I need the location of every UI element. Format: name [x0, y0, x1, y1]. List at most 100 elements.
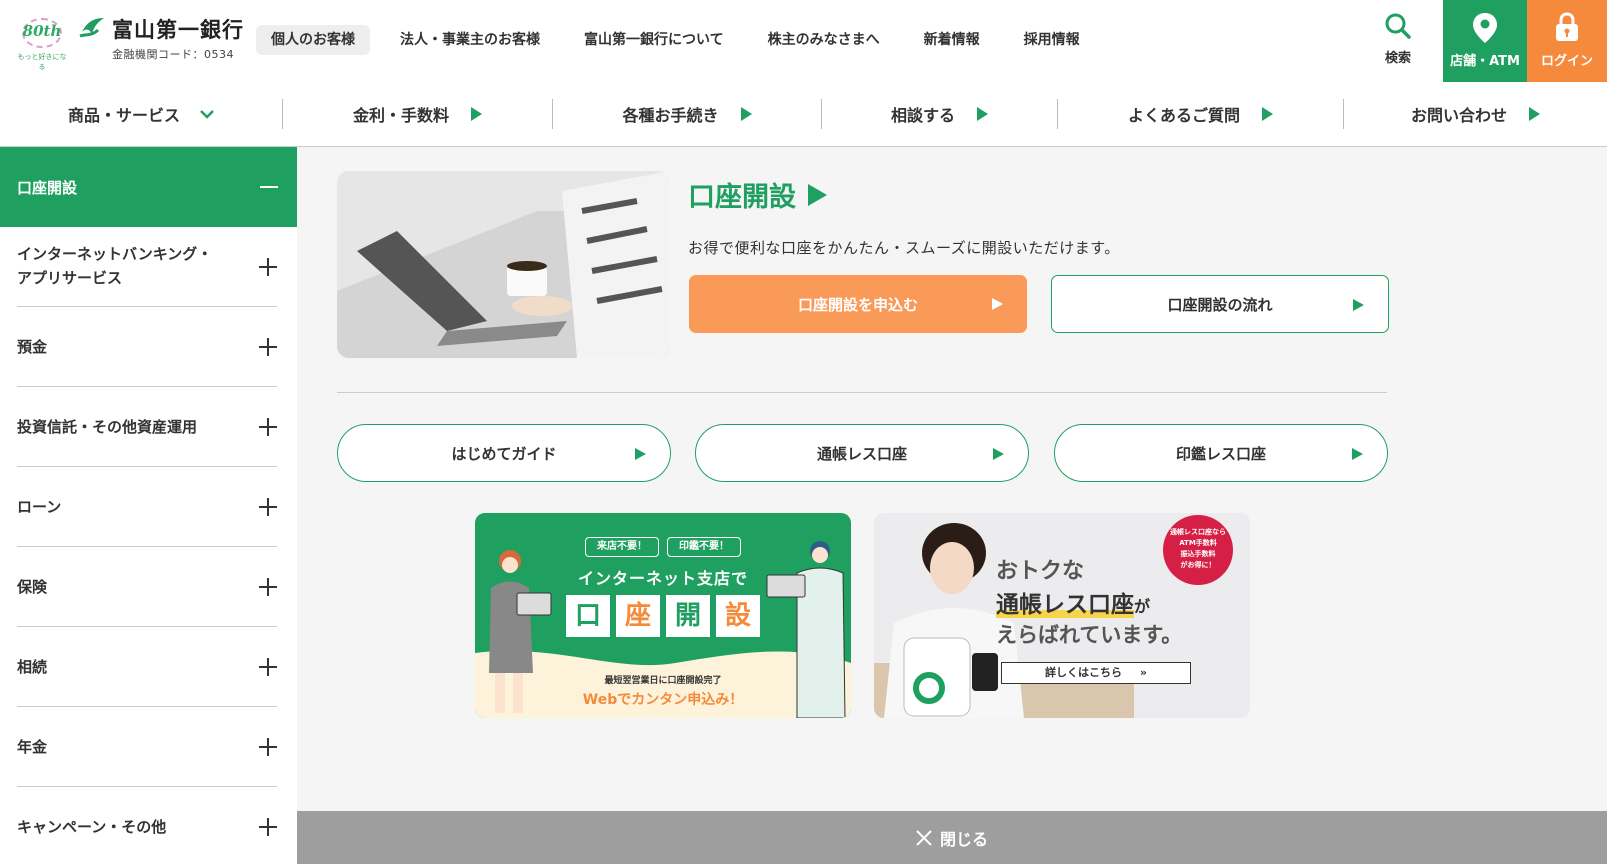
- anniversary-logo[interactable]: 80th もっと好きになる: [16, 16, 68, 71]
- plus-icon: [259, 258, 277, 276]
- big-char: 口: [566, 595, 610, 637]
- category-faq[interactable]: よくあるご質問: [1058, 82, 1343, 146]
- nav-news[interactable]: 新着情報: [924, 25, 980, 55]
- store-atm-label: 店舗・ATM: [1450, 54, 1520, 69]
- sidebar-item-label: 保険: [17, 578, 48, 596]
- bank-code: 金融機関コード：0534: [112, 48, 234, 61]
- plus-icon: [259, 738, 277, 756]
- triangle-right-icon: [1353, 299, 1364, 311]
- beginner-guide-button[interactable]: はじめてガイド: [337, 424, 671, 482]
- sidebar-item-account-opening[interactable]: 口座開設: [0, 147, 297, 227]
- big-chars-row: 口 座 開 設: [565, 595, 761, 637]
- triangle-right-icon: [992, 298, 1003, 310]
- sidebar-item-label: キャンペーン・その他: [17, 818, 167, 836]
- main-content: 口座開設 お得で便利な口座をかんたん・スムーズに開設いただけます。 口座開設を申…: [297, 147, 1607, 864]
- sidebar-item-deposits[interactable]: 預金: [17, 307, 277, 387]
- category-label: よくあるご質問: [1127, 106, 1240, 125]
- sidebar-item-campaign[interactable]: キャンペーン・その他: [17, 787, 277, 864]
- audience-nav: 個人のお客様 法人・事業主のお客様 富山第一銀行について 株主のみなさまへ 新着…: [256, 25, 1124, 55]
- anniversary-number: 80th: [22, 22, 62, 40]
- passbookless-account-button[interactable]: 通帳レス口座: [695, 424, 1029, 482]
- close-menu-bar[interactable]: 閉じる: [297, 811, 1607, 864]
- store-atm-button[interactable]: 店舗・ATM: [1443, 0, 1527, 82]
- triangle-right-icon: [471, 107, 482, 121]
- badge-line: がお得に！: [1180, 561, 1216, 569]
- triangle-right-icon: [808, 183, 827, 206]
- plus-icon: [259, 418, 277, 436]
- sealless-account-button[interactable]: 印鑑レス口座: [1054, 424, 1388, 482]
- triangle-right-icon: [1352, 448, 1363, 460]
- map-pin-icon: [1473, 13, 1497, 43]
- login-label: ログイン: [1540, 54, 1593, 69]
- badge-line: ATM手数料: [1179, 539, 1217, 547]
- category-consult[interactable]: 相談する: [822, 82, 1057, 146]
- section-description: お得で便利な口座をかんたん・スムーズに開設いただけます。: [688, 239, 1120, 257]
- banner-headline: インターネット支店で: [577, 569, 748, 588]
- plus-icon: [259, 818, 277, 836]
- banner2-line3: えらばれています。: [996, 623, 1183, 647]
- close-icon: [916, 829, 932, 846]
- banner2-cta-label: 詳しくはこちら: [1045, 666, 1123, 679]
- laptop-illustration: [337, 171, 670, 358]
- badge-text: 通帳レス口座なら ATM手数料 振込手数料 がお得に！: [1163, 527, 1233, 571]
- button-label: 印鑑レス口座: [1175, 444, 1266, 463]
- banner2-particle: が: [1134, 597, 1151, 616]
- banner2-highlight: 通帳レス口座: [996, 592, 1134, 618]
- internet-branch-banner[interactable]: 来店不要！ 印鑑不要！ インターネット支店で 口 座 開 設 最短翌営業日に口座…: [475, 513, 851, 718]
- sidebar-item-inheritance[interactable]: 相続: [17, 627, 277, 707]
- sidebar-item-insurance[interactable]: 保険: [17, 547, 277, 627]
- plus-icon: [259, 338, 277, 356]
- bank-name[interactable]: 富山第一銀行: [112, 14, 244, 44]
- banner-note: 最短翌営業日に口座開設完了: [604, 676, 722, 686]
- sidebar-item-label: インターネットバンキング・ アプリサービス: [17, 245, 213, 287]
- hero-image-laptop: [337, 171, 670, 358]
- login-button[interactable]: ログイン: [1527, 0, 1607, 82]
- nav-recruit[interactable]: 採用情報: [1024, 25, 1080, 55]
- chevron-down-icon: [200, 110, 214, 119]
- triangle-right-icon: [1529, 107, 1540, 121]
- plus-icon: [259, 658, 277, 676]
- big-char: 開: [666, 595, 710, 637]
- nav-about[interactable]: 富山第一銀行について: [584, 25, 724, 55]
- lock-icon: [1556, 12, 1578, 41]
- category-procedures[interactable]: 各種お手続き: [553, 82, 821, 146]
- anniversary-tagline: もっと好きになる: [17, 53, 67, 71]
- sidebar-item-loans[interactable]: ローン: [17, 467, 277, 547]
- sidebar-item-label: 預金: [17, 338, 48, 356]
- category-nav: 商品・サービス 金利・手数料 各種お手続き 相談する よくあるご質問 お問い合わ…: [0, 82, 1607, 147]
- button-label: 口座開設の流れ: [1167, 295, 1273, 314]
- nav-shareholders[interactable]: 株主のみなさまへ: [768, 25, 880, 55]
- passbookless-banner[interactable]: 通帳レス口座なら ATM手数料 振込手数料 がお得に！ おトクな 通帳レス口座が…: [874, 513, 1250, 718]
- category-contact[interactable]: お問い合わせ: [1344, 82, 1607, 146]
- sidebar-item-label: 相続: [17, 658, 48, 676]
- triangle-right-icon: [1262, 107, 1273, 121]
- nav-corporate[interactable]: 法人・事業主のお客様: [400, 25, 540, 55]
- banner-cta: Webでカンタン申込み！: [582, 692, 744, 708]
- category-products[interactable]: 商品・サービス: [0, 82, 282, 146]
- banner2-line1: おトクな: [996, 559, 1085, 584]
- triangle-right-icon: [635, 448, 646, 460]
- button-label: はじめてガイド: [451, 444, 557, 463]
- minus-icon: [260, 186, 278, 188]
- section-title[interactable]: 口座開設: [688, 175, 827, 214]
- sidebar-item-investment[interactable]: 投資信託・その他資産運用: [17, 387, 277, 467]
- account-flow-button[interactable]: 口座開設の流れ: [1051, 275, 1389, 333]
- site-header: 80th もっと好きになる 富山第一銀行 金融機関コード：0534 個人のお客様…: [0, 0, 1607, 82]
- sidebar-item-label: 年金: [17, 738, 48, 756]
- sidebar-item-label: 投資信託・その他資産運用: [17, 418, 198, 436]
- sidebar-item-label: ローン: [17, 498, 62, 516]
- sidebar-item-label: 口座開設: [17, 179, 78, 197]
- tag-no-seal: 印鑑不要！: [667, 537, 741, 557]
- close-label: 閉じる: [939, 829, 988, 849]
- search-button[interactable]: 検索: [1363, 0, 1433, 82]
- sidebar-item-internet-banking[interactable]: インターネットバンキング・ アプリサービス: [17, 227, 277, 307]
- banner2-cta-button[interactable]: 詳しくはこちら »: [1001, 662, 1191, 684]
- triangle-right-icon: [993, 448, 1004, 460]
- button-label: 通帳レス口座: [816, 444, 907, 463]
- nav-personal[interactable]: 個人のお客様: [256, 25, 370, 55]
- bank-logo-icon[interactable]: [78, 14, 106, 40]
- apply-account-button[interactable]: 口座開設を申込む: [689, 275, 1027, 333]
- section-divider: [337, 392, 1387, 393]
- sidebar-item-pension[interactable]: 年金: [17, 707, 277, 787]
- category-rates[interactable]: 金利・手数料: [283, 82, 552, 146]
